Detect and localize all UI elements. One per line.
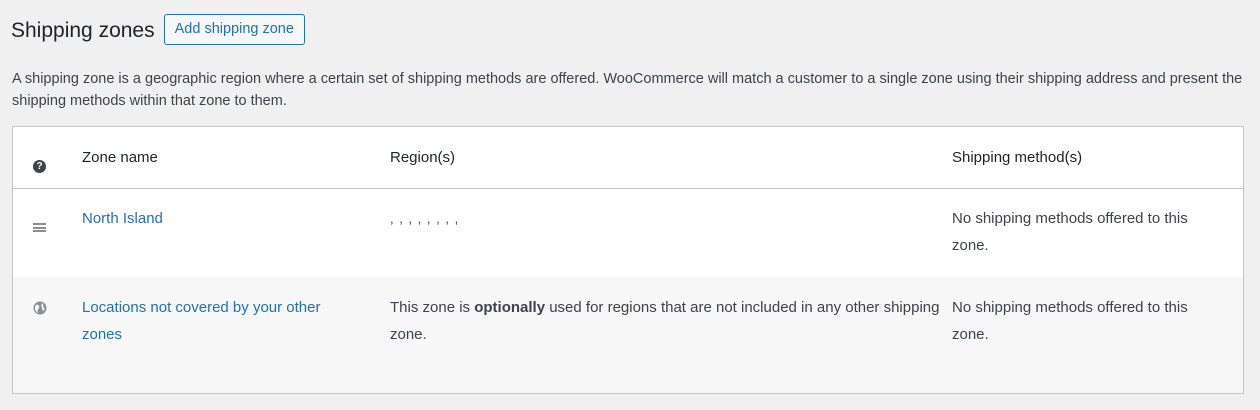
column-zone-name: Zone name <box>82 149 158 166</box>
help-icon[interactable]: ? <box>33 144 46 173</box>
table-header: ? Zone name Region(s) Shipping method(s) <box>13 127 1243 189</box>
drag-handle-icon[interactable] <box>33 205 46 232</box>
add-shipping-zone-button[interactable]: Add shipping zone <box>163 13 305 45</box>
zone-regions: This zone is optionally used for regions… <box>390 294 950 348</box>
globe-icon <box>33 294 47 321</box>
page-description: A shipping zone is a geographic region w… <box>12 71 1243 109</box>
column-shipping-methods: Shipping method(s) <box>952 149 1083 166</box>
zone-regions: , , , , , , , , <box>390 211 460 226</box>
shipping-zones-table: ? Zone name Region(s) Shipping method(s)… <box>12 126 1244 394</box>
zone-shipping-methods: No shipping methods offered to this zone… <box>952 299 1188 343</box>
help-icon-glyph: ? <box>33 160 46 173</box>
regions-bold-text: optionally <box>474 299 546 316</box>
table-row: North Island , , , , , , , , No shipping… <box>13 188 1243 278</box>
zone-name-link[interactable]: Locations not covered by your other zone… <box>82 299 320 343</box>
table-row: Locations not covered by your other zone… <box>13 277 1243 393</box>
page-header: Shipping zones Add shipping zone <box>11 13 305 45</box>
zone-shipping-methods: No shipping methods offered to this zone… <box>952 210 1188 254</box>
regions-text: This zone is <box>390 299 475 316</box>
page-title: Shipping zones <box>11 19 155 42</box>
column-regions: Region(s) <box>390 149 456 166</box>
zone-name-link[interactable]: North Island <box>82 210 163 227</box>
